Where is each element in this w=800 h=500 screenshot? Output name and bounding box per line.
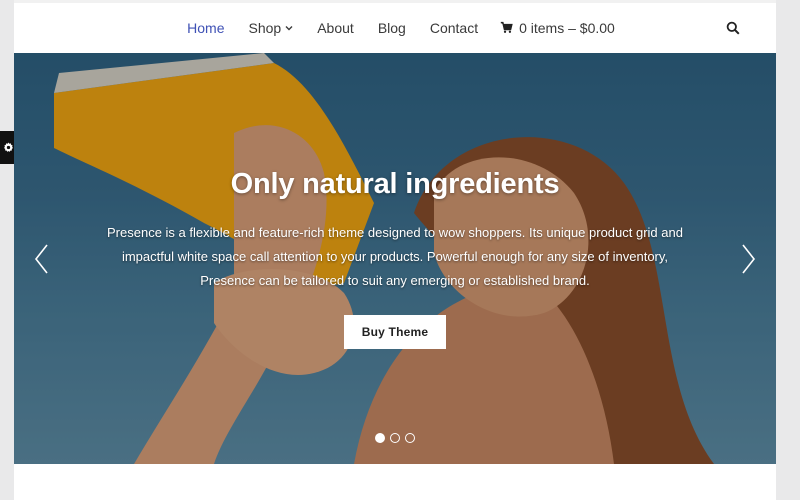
main-navigation: Home Shop About Blog Contact 0 items – $… — [14, 3, 776, 52]
slider-dot-3[interactable] — [405, 433, 415, 443]
hero-title: Only natural ingredients — [230, 168, 560, 200]
hero-slider: Only natural ingredients Presence is a f… — [14, 53, 776, 464]
hero-description: Presence is a flexible and feature-rich … — [107, 225, 683, 288]
cart-icon — [500, 21, 513, 33]
hero-content: Only natural ingredients Presence is a f… — [94, 168, 696, 349]
nav-item-shop[interactable]: Shop — [249, 20, 294, 36]
cart-summary: 0 items – $0.00 — [519, 19, 615, 36]
nav-item-shop-label: Shop — [248, 19, 282, 36]
page-gutter-right — [776, 0, 800, 500]
page-container: Home Shop About Blog Contact 0 items – $… — [14, 0, 776, 500]
settings-tab[interactable] — [0, 131, 14, 164]
chevron-left-icon[interactable] — [33, 243, 49, 275]
slider-pagination — [375, 433, 415, 443]
nav-item-home[interactable]: Home — [187, 20, 224, 36]
nav-item-blog[interactable]: Blog — [378, 20, 406, 36]
nav-item-contact[interactable]: Contact — [430, 20, 478, 36]
nav-item-about[interactable]: About — [317, 20, 354, 36]
buy-theme-button[interactable]: Buy Theme — [343, 315, 447, 349]
slider-dot-1[interactable] — [375, 433, 385, 443]
gear-icon — [3, 142, 14, 152]
chevron-down-icon — [285, 25, 293, 30]
slider-dot-2[interactable] — [390, 433, 400, 443]
search-icon[interactable] — [726, 21, 740, 35]
cart-link[interactable]: 0 items – $0.00 — [500, 20, 615, 36]
chevron-right-icon[interactable] — [741, 243, 757, 275]
